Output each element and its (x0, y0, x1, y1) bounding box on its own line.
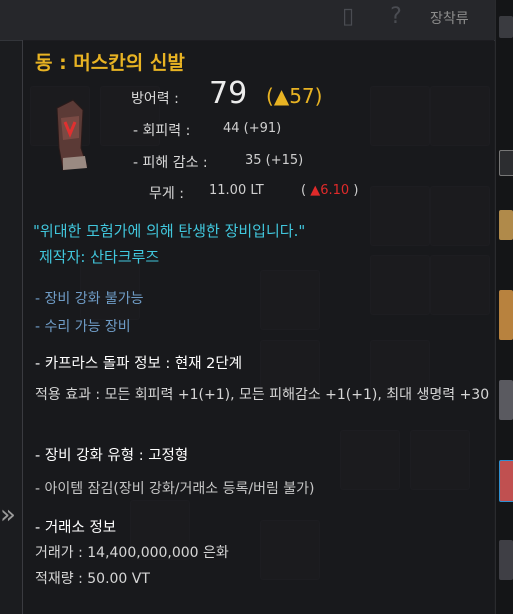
help-icon[interactable]: ? (385, 4, 407, 30)
paren-close: ) (353, 183, 359, 198)
document-icon[interactable]: ▯ (337, 4, 359, 30)
side-item-icon[interactable] (499, 290, 513, 340)
side-item-strip (495, 0, 513, 614)
weight-delta: ( ▲6.10 ) (301, 183, 358, 198)
market-weight: 적재량 : 50.00 VT (35, 571, 150, 587)
tab-equipment[interactable]: 장착류 (430, 8, 469, 28)
caphras-heading: - 카프라스 돌파 정보 : 현재 2단계 (35, 356, 243, 372)
boots-icon (43, 88, 101, 180)
defense-delta-value: ▲57 (273, 84, 315, 108)
side-item-icon[interactable] (499, 460, 513, 502)
enhance-status: - 장비 강화 불가능 (35, 291, 144, 307)
item-lock-status: - 아이템 잠김(장비 강화/거래소 등록/버림 불가) (35, 481, 315, 497)
defense-label: 방어력 : (131, 91, 179, 107)
damage-reduction-value: 35 (+15) (245, 153, 304, 168)
paren-open: ( (301, 183, 307, 198)
paren-open: ( (266, 84, 274, 108)
caphras-effect: 적용 효과 : 모든 회피력 +1(+1), 모든 피해감소 +1(+1), 최… (35, 387, 490, 403)
weight-delta-value: ▲6.10 (310, 183, 350, 198)
weight-label: 무게 : (149, 186, 184, 202)
side-item-icon[interactable] (499, 380, 513, 420)
evasion-label: - 회피력 : (133, 123, 191, 139)
side-item-icon[interactable] (499, 540, 513, 580)
side-slot[interactable] (499, 16, 513, 38)
item-description: "위대한 모험가에 의해 탄생한 장비입니다." (33, 222, 306, 240)
defense-delta: (▲57) (266, 84, 322, 108)
item-tooltip: 동 : 머스칸의 신발 방어력 : 79 (▲57) - 회피력 : 44 (+… (22, 40, 494, 614)
damage-reduction-label: - 피해 감소 : (133, 155, 208, 171)
inventory-topbar: ▯ ? 장착류 (0, 0, 495, 41)
defense-value: 79 (209, 76, 248, 111)
side-item-icon[interactable] (499, 210, 513, 240)
market-heading: - 거래소 정보 (35, 520, 117, 536)
paren-close: ) (314, 84, 323, 108)
repair-status: - 수리 가능 장비 (35, 319, 131, 335)
item-title: 동 : 머스칸의 신발 (35, 52, 185, 74)
checkbox-icon[interactable] (499, 150, 513, 176)
market-price: 거래가 : 14,400,000,000 은화 (35, 545, 229, 561)
enhance-type: - 장비 강화 유형 : 고정형 (35, 448, 189, 464)
item-maker: 제작자: 산타크루즈 (39, 248, 160, 266)
evasion-value: 44 (+91) (223, 121, 282, 136)
weight-value: 11.00 LT (209, 183, 264, 198)
